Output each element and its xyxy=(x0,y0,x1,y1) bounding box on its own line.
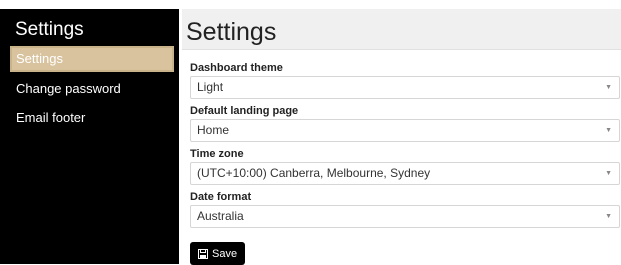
chevron-down-icon: ▼ xyxy=(605,127,612,134)
default-landing-page-select[interactable]: Home ▼ xyxy=(190,119,620,142)
page-title: Settings xyxy=(186,18,277,46)
top-strip xyxy=(0,0,621,9)
main-content: Settings Dashboard theme Light ▼ Default… xyxy=(182,9,621,265)
date-format-label: Date format xyxy=(190,191,252,203)
default-landing-page-label: Default landing page xyxy=(190,105,299,117)
dashboard-theme-value: Light xyxy=(197,80,224,94)
date-format-value: Australia xyxy=(197,209,244,223)
chevron-down-icon: ▼ xyxy=(605,170,612,177)
sidebar-item-email-footer[interactable]: Email footer xyxy=(10,105,174,131)
date-format-select[interactable]: Australia ▼ xyxy=(190,205,620,228)
time-zone-label: Time zone xyxy=(190,148,244,160)
sidebar-title: Settings xyxy=(15,19,84,40)
chevron-down-icon: ▼ xyxy=(605,84,612,91)
sidebar-item-settings[interactable]: Settings xyxy=(10,46,174,72)
floppy-disk-icon xyxy=(198,248,208,259)
settings-form: Dashboard theme Light ▼ Default landing … xyxy=(182,49,621,265)
save-button[interactable]: Save xyxy=(190,242,246,265)
save-button-label: Save xyxy=(212,247,238,260)
sidebar-item-change-password[interactable]: Change password xyxy=(10,76,174,102)
dashboard-theme-label: Dashboard theme xyxy=(190,62,283,74)
chevron-down-icon: ▼ xyxy=(605,213,612,220)
time-zone-value: (UTC+10:00) Canberra, Melbourne, Sydney xyxy=(197,166,431,180)
default-landing-page-value: Home xyxy=(197,123,230,137)
time-zone-select[interactable]: (UTC+10:00) Canberra, Melbourne, Sydney … xyxy=(190,162,620,185)
dashboard-theme-select[interactable]: Light ▼ xyxy=(190,76,620,99)
sidebar: Settings Settings Change password Email … xyxy=(0,9,179,264)
